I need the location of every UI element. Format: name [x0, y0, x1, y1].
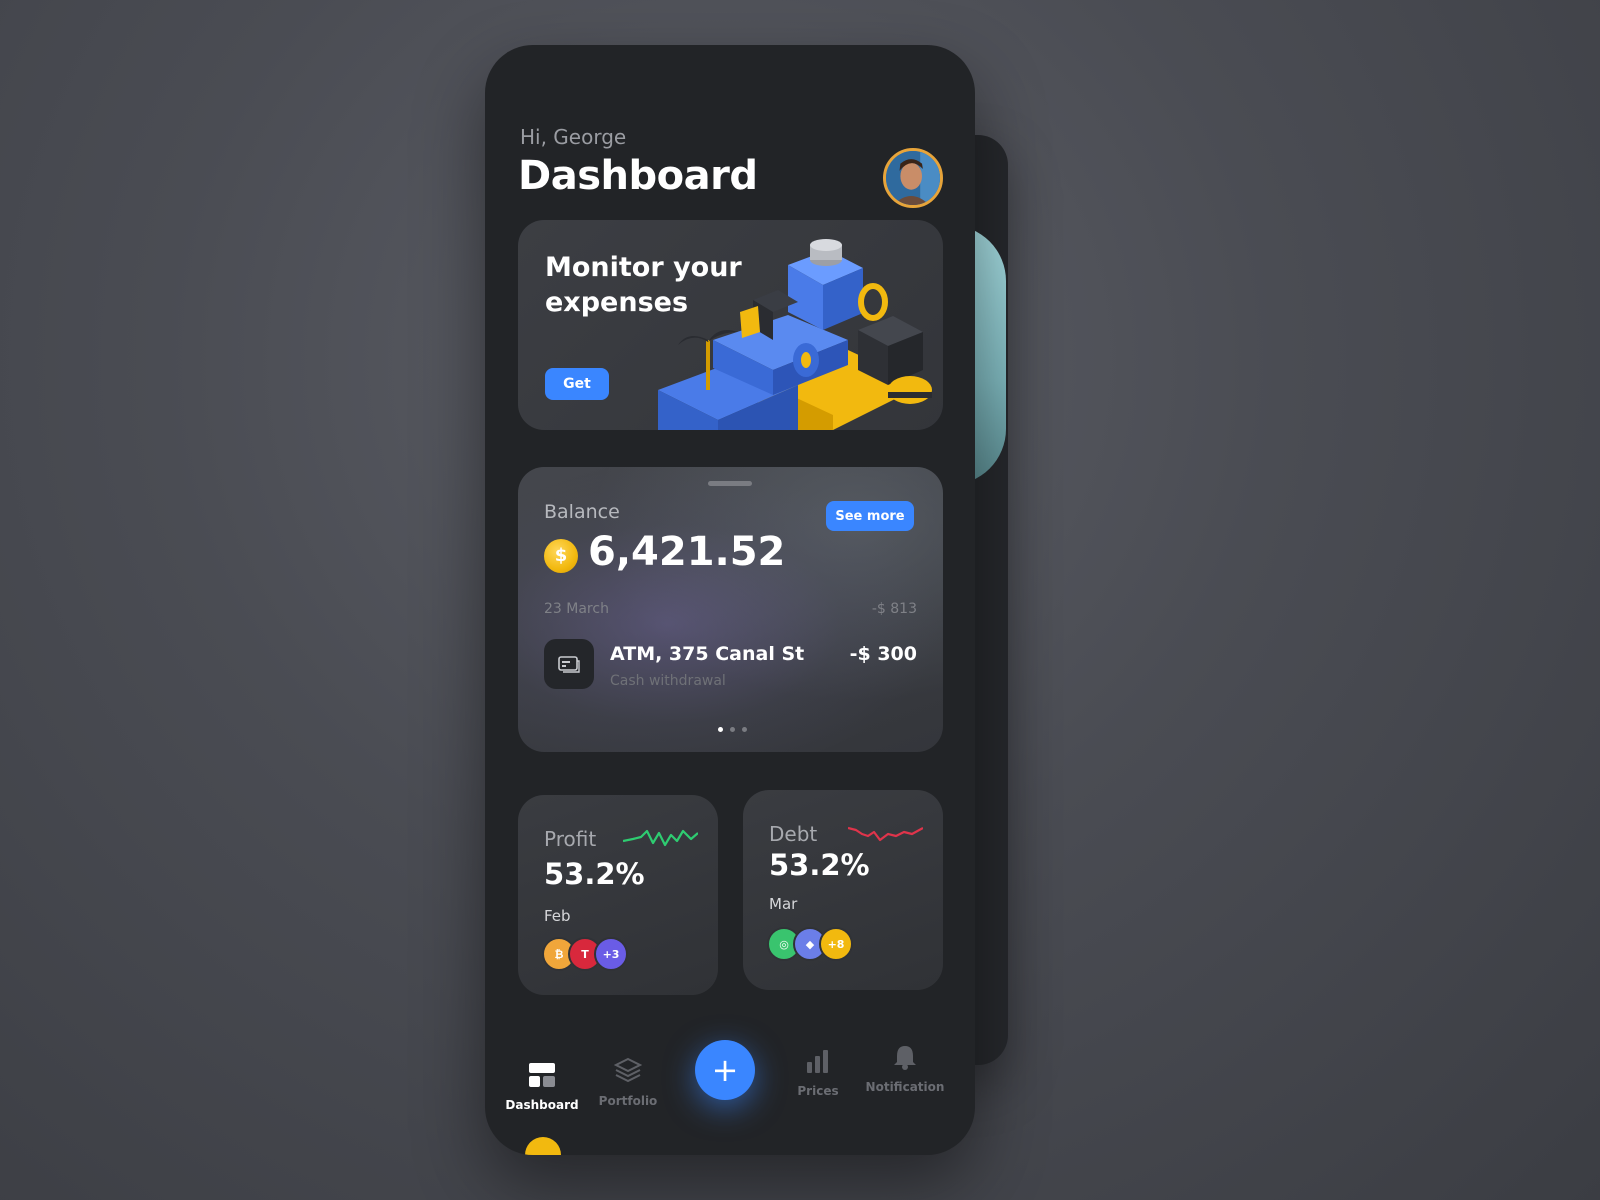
profit-value: 53.2%	[544, 857, 645, 891]
nav-label-portfolio: Portfolio	[598, 1094, 658, 1108]
balance-label: Balance	[544, 501, 620, 523]
nav-label-prices: Prices	[797, 1084, 839, 1098]
debt-label: Debt	[769, 822, 818, 846]
nav-item-dashboard[interactable]: Dashboard	[497, 1058, 587, 1112]
profit-assets[interactable]: ₿ T +3	[542, 937, 628, 971]
debt-assets[interactable]: ◎ ◆ +8	[767, 927, 853, 961]
carousel-dots[interactable]	[718, 727, 747, 732]
more-assets-badge: +3	[594, 937, 628, 971]
debt-month: Mar	[769, 895, 798, 913]
greeting-text: Hi, George	[520, 125, 627, 149]
transaction-amount: -$ 300	[849, 643, 917, 665]
carousel-dot-2[interactable]	[730, 727, 735, 732]
add-button[interactable]: +	[695, 1040, 755, 1100]
profit-card[interactable]: Profit 53.2% Feb ₿ T +3	[518, 795, 718, 995]
nav-label-notification: Notification	[865, 1080, 945, 1094]
dollar-coin-icon: $	[544, 539, 578, 573]
promo-card[interactable]: Monitor your expenses Get	[518, 220, 943, 430]
layers-icon	[583, 1054, 673, 1088]
avatar[interactable]	[883, 148, 943, 208]
avatar-portrait	[886, 151, 940, 205]
profit-month: Feb	[544, 907, 571, 925]
balance-amount: 6,421.52	[588, 529, 786, 575]
coin-icon	[525, 1137, 561, 1155]
day-total: -$ 813	[871, 601, 917, 617]
bottom-navigation: Dashboard Portfolio + Prices Notificatio…	[485, 1020, 975, 1130]
carousel-dot-1[interactable]	[718, 727, 723, 732]
balance-card[interactable]: Balance See more $ 6,421.52 23 March -$ …	[518, 467, 943, 752]
transaction-name: ATM, 375 Canal St	[610, 643, 805, 665]
bar-chart-icon	[773, 1044, 863, 1078]
nav-item-portfolio[interactable]: Portfolio	[583, 1054, 673, 1108]
nav-item-notification[interactable]: Notification	[860, 1040, 950, 1094]
nav-item-prices[interactable]: Prices	[773, 1044, 863, 1098]
see-more-button[interactable]: See more	[826, 501, 914, 531]
dashboard-icon	[497, 1058, 587, 1092]
debt-value: 53.2%	[769, 848, 870, 882]
page-title: Dashboard	[518, 153, 758, 199]
profit-sparkline-icon	[623, 829, 698, 847]
carousel-dot-3[interactable]	[742, 727, 747, 732]
transaction-subtitle: Cash withdrawal	[610, 673, 726, 689]
atm-card-icon	[544, 639, 594, 689]
more-assets-badge: +8	[819, 927, 853, 961]
bell-icon	[860, 1040, 950, 1074]
debt-card[interactable]: Debt 53.2% Mar ◎ ◆ +8	[743, 790, 943, 990]
profit-label: Profit	[544, 827, 597, 851]
isometric-blocks-illustration	[658, 239, 932, 430]
get-button[interactable]: Get	[545, 368, 609, 400]
transaction-date: 23 March	[544, 601, 609, 617]
debt-sparkline-icon	[848, 826, 923, 842]
nav-label-dashboard: Dashboard	[505, 1098, 579, 1112]
phone-screen: Hi, George Dashboard Monitor your expens…	[485, 45, 975, 1155]
drag-handle[interactable]	[708, 481, 752, 486]
